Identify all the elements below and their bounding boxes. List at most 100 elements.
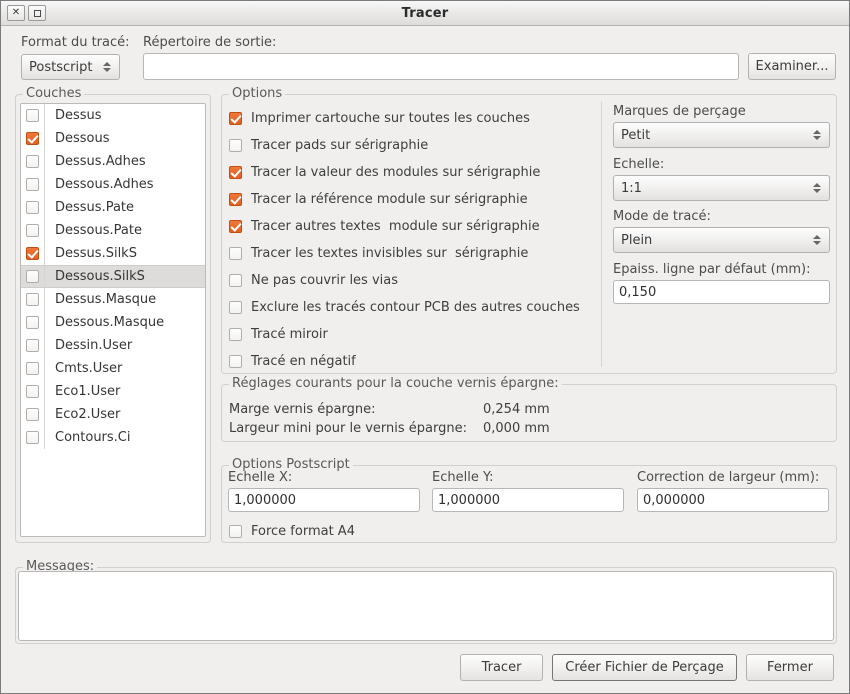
layer-checkbox-cell[interactable] [21, 334, 45, 357]
layer-list-item[interactable]: Dessous.Adhes [21, 173, 205, 196]
solder-mask-value: 0,000 mm [483, 421, 550, 436]
layer-list-item[interactable]: Dessus.Pate [21, 196, 205, 219]
plot-mode-value: Plein [621, 232, 653, 248]
option-checkbox[interactable]: Exclure les tracés contour PCB des autre… [229, 294, 595, 321]
checkbox-icon [229, 274, 242, 287]
layer-label: Dessous.Adhes [55, 177, 154, 192]
layer-checkbox-cell[interactable] [21, 266, 45, 287]
plot-dialog-window: ✕ Tracer Format du tracé: Postscript Rép… [0, 0, 850, 694]
title-bar: ✕ Tracer [1, 1, 849, 26]
force-a4-checkbox[interactable]: Force format A4 [229, 520, 355, 542]
layers-group-title: Couches [23, 86, 85, 101]
solder-mask-row: Marge vernis épargne: 0,254 mm [229, 400, 629, 419]
option-checkbox[interactable]: Tracer la référence module sur sérigraph… [229, 186, 595, 213]
output-dir-input[interactable] [143, 53, 739, 80]
layer-checkbox-cell[interactable] [21, 219, 45, 242]
layer-label: Dessus [55, 108, 102, 123]
layer-label: Cmts.User [55, 361, 123, 376]
layer-checkbox-cell[interactable] [21, 357, 45, 380]
plot-mode-combo[interactable]: Plein [613, 227, 830, 253]
option-checkbox[interactable]: Tracer pads sur sérigraphie [229, 132, 595, 159]
format-combo[interactable]: Postscript [21, 54, 120, 80]
close-icon[interactable]: ✕ [7, 5, 25, 21]
option-label: Tracer pads sur sérigraphie [251, 138, 429, 153]
layer-list-item[interactable]: Dessous.SilkS [21, 265, 205, 288]
maximize-icon[interactable] [28, 5, 46, 21]
checkbox-icon [26, 224, 39, 237]
solder-mask-value: 0,254 mm [483, 402, 550, 417]
line-width-input[interactable]: 0,150 [613, 280, 830, 304]
width-correction-input[interactable]: 0,000000 [637, 488, 829, 512]
layer-list-item[interactable]: Dessous [21, 127, 205, 150]
create-drill-file-button[interactable]: Créer Fichier de Perçage [552, 654, 737, 681]
format-label: Format du tracé: [21, 35, 130, 50]
layer-checkbox-cell[interactable] [21, 403, 45, 426]
layer-list-item[interactable]: Eco1.User [21, 380, 205, 403]
layer-checkbox-cell[interactable] [21, 426, 45, 449]
chevron-updown-icon [813, 183, 821, 193]
checkbox-icon [229, 301, 242, 314]
option-checkbox[interactable]: Imprimer cartouche sur toutes les couche… [229, 105, 595, 132]
force-a4-label: Force format A4 [251, 523, 355, 539]
layer-list-item[interactable]: Dessus.SilkS [21, 242, 205, 265]
layer-list-item[interactable]: Dessus.Adhes [21, 150, 205, 173]
checkbox-icon [26, 109, 39, 122]
layer-checkbox-cell[interactable] [21, 127, 45, 150]
width-correction-label: Correction de largeur (mm): [637, 470, 820, 485]
layer-checkbox-cell[interactable] [21, 196, 45, 219]
option-label: Tracer les textes invisibles sur sérigra… [251, 246, 529, 261]
layer-checkbox-cell[interactable] [21, 242, 45, 265]
option-checkbox[interactable]: Ne pas couvrir les vias [229, 267, 595, 294]
layer-checkbox-cell[interactable] [21, 380, 45, 403]
option-checkbox[interactable]: Tracé miroir [229, 321, 595, 348]
options-group-title: Options [229, 86, 286, 101]
plot-mode-label: Mode de tracé: [613, 209, 711, 224]
plot-button[interactable]: Tracer [460, 654, 543, 681]
checkbox-icon [229, 166, 242, 179]
option-label: Tracé en négatif [251, 354, 356, 369]
option-label: Ne pas couvrir les vias [251, 273, 399, 288]
layer-list-item[interactable]: Eco2.User [21, 403, 205, 426]
layer-label: Dessus.Masque [55, 292, 157, 307]
scale-x-input[interactable]: 1,000000 [228, 488, 420, 512]
layer-checkbox-cell[interactable] [21, 288, 45, 311]
option-checkbox[interactable]: Tracer la valeur des modules sur sérigra… [229, 159, 595, 186]
layers-list[interactable]: Dessus Dessous Dessus.Adhes Dessous.Adhes De… [20, 103, 206, 537]
option-label: Tracer la valeur des modules sur sérigra… [251, 165, 541, 180]
layer-label: Dessous.Masque [55, 315, 165, 330]
browse-button[interactable]: Examiner... [748, 53, 836, 80]
scale-combo[interactable]: 1:1 [613, 175, 830, 201]
option-checkbox[interactable]: Tracé en négatif [229, 348, 595, 375]
option-checkbox[interactable]: Tracer autres textes module sur sérigrap… [229, 213, 595, 240]
layer-checkbox-cell[interactable] [21, 104, 45, 127]
layer-label: Dessus.Adhes [55, 154, 146, 169]
messages-textarea[interactable] [18, 571, 834, 641]
option-checkbox[interactable]: Tracer les textes invisibles sur sérigra… [229, 240, 595, 267]
drill-marks-value: Petit [621, 127, 651, 143]
scale-y-input[interactable]: 1,000000 [432, 488, 624, 512]
layer-checkbox-cell[interactable] [21, 311, 45, 334]
layer-label: Dessus.Pate [55, 200, 135, 215]
layer-list-item[interactable]: Cmts.User [21, 357, 205, 380]
close-button[interactable]: Fermer [746, 654, 834, 681]
layer-list-item[interactable]: Dessous.Masque [21, 311, 205, 334]
layer-list-item[interactable]: Dessus [21, 104, 205, 127]
layer-label: Dessous.SilkS [55, 269, 145, 284]
layer-label: Dessin.User [55, 338, 133, 353]
layer-list-item[interactable]: Dessin.User [21, 334, 205, 357]
layer-checkbox-cell[interactable] [21, 150, 45, 173]
layer-list-item[interactable]: Contours.Ci [21, 426, 205, 449]
checkbox-icon [26, 293, 39, 306]
solder-mask-label: Marge vernis épargne: [229, 402, 376, 417]
checkbox-icon [26, 362, 39, 375]
checkbox-icon [229, 524, 242, 538]
options-divider [601, 101, 602, 367]
layer-checkbox-cell[interactable] [21, 173, 45, 196]
output-dir-label: Répertoire de sortie: [143, 35, 277, 50]
layer-list-item[interactable]: Dessus.Masque [21, 288, 205, 311]
checkbox-icon [26, 316, 39, 329]
drill-marks-combo[interactable]: Petit [613, 122, 830, 148]
option-label: Tracé miroir [251, 327, 328, 342]
layer-list-item[interactable]: Dessous.Pate [21, 219, 205, 242]
checkbox-icon [26, 155, 39, 168]
